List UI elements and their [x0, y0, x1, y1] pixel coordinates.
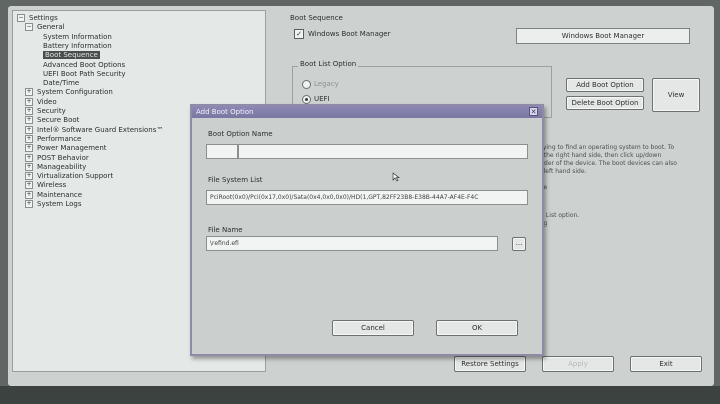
tree-item-label: System Configuration — [37, 88, 113, 97]
tree-item-label: Battery Information — [43, 41, 112, 50]
tree-item-label: Boot Sequence — [43, 51, 100, 60]
boot-sequence-title: Boot Sequence — [290, 14, 343, 22]
tree-item[interactable]: + Performance — [25, 134, 82, 144]
tree-item[interactable]: + Maintenance — [25, 190, 83, 200]
file-name-input[interactable]: \refind.efi — [206, 236, 498, 251]
tree-item[interactable]: UEFI Boot Path Security — [43, 70, 126, 79]
tree-item-label: Power Management — [37, 144, 107, 153]
tree-item[interactable]: Date/Time — [43, 79, 79, 88]
tree-item[interactable]: Boot Sequence — [43, 51, 100, 60]
windows-boot-manager-checkbox[interactable]: ✓ — [294, 29, 304, 39]
uefi-label: UEFI — [314, 95, 330, 103]
help-line: ide — [538, 184, 708, 192]
tree-item-label: Maintenance — [37, 190, 83, 199]
expand-icon[interactable]: + — [25, 162, 33, 171]
tree-item[interactable]: Battery Information — [43, 42, 112, 51]
boot-option-name-label: Boot Option Name — [208, 130, 273, 138]
dialog-titlebar: Add Boot Option ✕ — [192, 106, 542, 118]
tree-item[interactable]: System Information — [43, 33, 112, 42]
cancel-button[interactable]: Cancel — [332, 320, 414, 336]
expand-icon[interactable]: + — [25, 134, 33, 143]
help-text: trying to find an operating system to bo… — [538, 144, 708, 234]
tree-item[interactable]: − Settings — [17, 14, 58, 23]
boot-entry-field[interactable]: Windows Boot Manager — [516, 28, 690, 44]
view-button[interactable]: View — [652, 78, 700, 112]
expand-icon[interactable]: + — [25, 107, 33, 115]
tree-item[interactable]: + Secure Boot — [25, 116, 79, 125]
help-line: ot List option. — [538, 212, 580, 219]
windows-boot-manager-label: Windows Boot Manager — [308, 30, 391, 38]
tree-item-label: Wireless — [37, 181, 67, 190]
expand-icon[interactable]: + — [25, 97, 33, 106]
help-line: trying to find an operating system to bo… — [538, 144, 675, 151]
tree-item[interactable]: Advanced Boot Options — [43, 61, 125, 70]
tree-item[interactable]: + System Configuration — [25, 88, 113, 97]
tree-item[interactable]: + Manageability — [25, 162, 87, 172]
help-line: d — [538, 204, 708, 212]
tree-item-label: Manageability — [37, 162, 87, 171]
tree-item[interactable]: + Intel® Software Guard Extensions™ — [25, 125, 164, 135]
dialog-title: Add Boot Option — [196, 108, 254, 116]
uefi-radio[interactable] — [302, 95, 311, 104]
help-line: e left hand side. — [538, 168, 587, 175]
tree-item-label: Video — [37, 97, 57, 106]
collapse-icon[interactable]: − — [25, 23, 33, 32]
tree-item[interactable]: + Video — [25, 97, 57, 107]
add-boot-option-dialog: Add Boot Option ✕ Boot Option Name File … — [190, 104, 544, 356]
tree-item[interactable]: + POST Behavior — [25, 153, 89, 163]
mouse-pointer-icon — [392, 172, 400, 182]
expand-icon[interactable]: + — [25, 116, 33, 125]
apply-button[interactable]: Apply — [542, 356, 614, 372]
tree-item-label: Virtualization Support — [37, 172, 114, 181]
legacy-radio[interactable] — [302, 80, 311, 89]
legacy-label: Legacy — [314, 80, 339, 88]
expand-icon[interactable]: + — [25, 88, 33, 97]
boot-option-name-input[interactable] — [238, 144, 528, 159]
tree-item[interactable]: − General — [25, 23, 65, 32]
tree-item-label: System Logs — [37, 200, 82, 208]
file-name-label: File Name — [208, 226, 243, 234]
restore-settings-button[interactable]: Restore Settings — [454, 356, 526, 372]
boot-option-name-prefix[interactable] — [206, 144, 238, 159]
expand-icon[interactable]: + — [25, 172, 33, 181]
browse-button[interactable]: ... — [512, 237, 526, 251]
add-boot-option-button[interactable]: Add Boot Option — [566, 78, 644, 92]
tree-item-label: Performance — [37, 134, 82, 143]
tree-item[interactable]: + System Logs — [25, 200, 81, 209]
tree-item[interactable]: + Wireless — [25, 181, 66, 190]
expand-icon[interactable]: + — [25, 144, 33, 153]
help-line: ing — [538, 220, 708, 228]
tree-item-label: Intel® Software Guard Extensions™ — [37, 125, 164, 134]
help-line: order of the device. The boot devices ca… — [538, 160, 677, 167]
close-icon[interactable]: ✕ — [529, 107, 538, 116]
boot-list-option-title: Boot List Option — [298, 60, 359, 68]
expand-icon[interactable]: + — [25, 125, 33, 134]
tree-item-label: Advanced Boot Options — [43, 60, 126, 69]
tree-item[interactable]: + Security — [25, 107, 66, 116]
tree-item-label: UEFI Boot Path Security — [43, 69, 126, 78]
collapse-icon[interactable]: − — [17, 14, 25, 22]
delete-boot-option-button[interactable]: Delete Boot Option — [566, 96, 644, 110]
file-system-list-label: File System List — [208, 176, 263, 184]
tree-item-label: Secure Boot — [37, 116, 80, 125]
file-system-list-select[interactable]: PciRoot(0x0)/Pci(0x17,0x0)/Sata(0x4,0x0,… — [206, 190, 528, 205]
help-line: n the right hand side, then click up/dow… — [538, 152, 662, 159]
expand-icon[interactable]: + — [25, 190, 33, 199]
tree-item-label: Date/Time — [43, 79, 80, 88]
exit-button[interactable]: Exit — [630, 356, 702, 372]
tree-item-label: Settings — [29, 14, 58, 22]
help-line: d — [538, 196, 708, 204]
tree-item[interactable]: + Power Management — [25, 144, 107, 153]
monitor-bezel — [0, 386, 720, 404]
tree-item-label: General — [37, 23, 65, 32]
tree-item-label: POST Behavior — [37, 153, 89, 162]
tree-item[interactable]: + Virtualization Support — [25, 172, 113, 181]
tree-item-label: Security — [37, 107, 66, 115]
ok-button[interactable]: OK — [436, 320, 518, 336]
tree-item-label: System Information — [43, 32, 112, 41]
expand-icon[interactable]: + — [25, 153, 33, 162]
expand-icon[interactable]: + — [25, 200, 33, 208]
expand-icon[interactable]: + — [25, 181, 33, 190]
